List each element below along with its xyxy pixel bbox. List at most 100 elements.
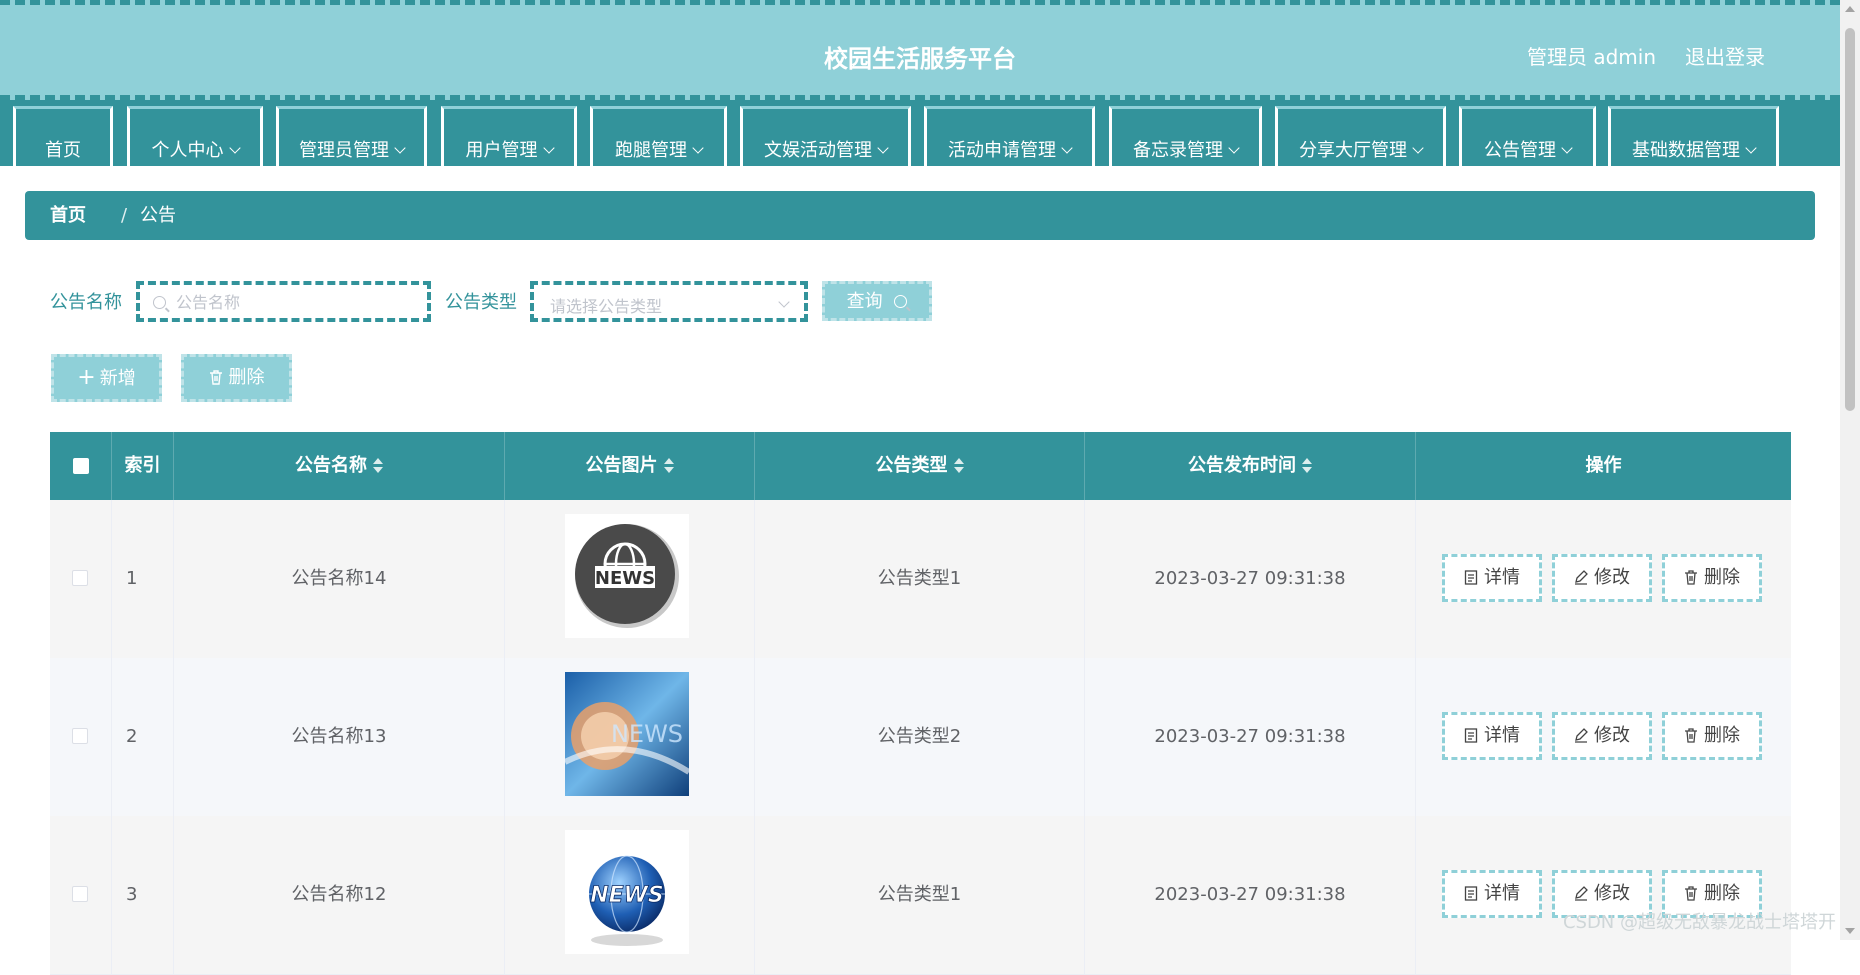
search-icon	[153, 296, 166, 309]
admin-user-label: 管理员 admin	[1526, 45, 1656, 69]
table-row: 2 公告名称13 NEWS 公告类型2 2023-03-27 09:31:38 …	[50, 658, 1791, 817]
actions-cell: 详情 修改 删除	[1416, 500, 1791, 658]
nav-item-label: 分享大厅管理	[1299, 140, 1407, 161]
page-scrollbar[interactable]	[1840, 0, 1860, 940]
column-header-label: 公告发布时间	[1188, 455, 1296, 476]
nav-item-sharing-hall-management[interactable]: 分享大厅管理	[1275, 106, 1446, 166]
news-globe-image: NEWS	[565, 514, 689, 638]
column-header-label: 操作	[1585, 455, 1622, 476]
query-button[interactable]: 查询	[822, 281, 932, 321]
name-cell: 公告名称14	[174, 500, 505, 658]
nav-item-admin-management[interactable]: 管理员管理	[276, 106, 427, 166]
news-abstract-image: NEWS	[565, 672, 689, 796]
column-header-time[interactable]: 公告发布时间	[1085, 432, 1416, 500]
breadcrumb-current: 公告	[140, 205, 176, 226]
index-cell: 2	[112, 658, 174, 816]
detail-button[interactable]: 详情	[1442, 712, 1542, 760]
table-header: 索引 公告名称 公告图片 公告类型 公告发布时间 操作	[50, 432, 1791, 500]
edit-button[interactable]: 修改	[1552, 554, 1652, 602]
detail-button[interactable]: 详情	[1442, 870, 1542, 918]
select-all-checkbox[interactable]	[73, 458, 89, 474]
type-cell: 公告类型1	[755, 816, 1085, 974]
document-icon	[1464, 886, 1478, 901]
trash-icon	[1685, 570, 1697, 585]
scrollbar-thumb[interactable]	[1845, 28, 1855, 411]
batch-delete-button-label: 删除	[228, 367, 265, 388]
column-header-image[interactable]: 公告图片	[505, 432, 755, 500]
announcement-image[interactable]: NEWS	[565, 514, 689, 638]
announcement-type-placeholder: 请选择公告类型	[550, 297, 663, 316]
column-header-type[interactable]: 公告类型	[755, 432, 1085, 500]
row-select-cell	[50, 816, 112, 974]
scroll-up-arrow-icon[interactable]	[1845, 6, 1855, 12]
nav-item-label: 跑腿管理	[615, 140, 687, 161]
announcement-type-select[interactable]: 请选择公告类型	[530, 281, 808, 322]
chevron-down-icon	[778, 296, 790, 308]
announcement-name-input[interactable]	[174, 285, 428, 320]
announcement-image[interactable]: NEWS	[565, 672, 689, 796]
chevron-down-icon	[1228, 142, 1240, 154]
chevron-down-icon	[542, 142, 555, 154]
column-header-label: 索引	[124, 455, 161, 476]
add-button-label: 新增	[99, 368, 136, 389]
detail-button-label: 详情	[1484, 725, 1520, 746]
nav-item-errand-management[interactable]: 跑腿管理	[590, 106, 727, 166]
breadcrumb-separator: /	[121, 205, 128, 226]
row-checkbox[interactable]	[72, 570, 88, 586]
image-cell: NEWS	[505, 658, 755, 816]
column-header-label: 公告图片	[585, 455, 658, 476]
sort-icon[interactable]	[663, 458, 674, 474]
column-header-actions: 操作	[1416, 432, 1791, 500]
chevron-down-icon	[1061, 142, 1073, 154]
edit-button[interactable]: 修改	[1552, 712, 1652, 760]
logout-link[interactable]: 退出登录	[1685, 41, 1765, 70]
table-row: 1 公告名称14 NEWS 公告类型1 2023-03-27 09:31:38	[50, 500, 1791, 659]
nav-item-activity-application-management[interactable]: 活动申请管理	[924, 106, 1095, 166]
breadcrumb-home[interactable]: 首页	[50, 191, 86, 240]
sort-icon[interactable]	[373, 458, 383, 474]
type-cell: 公告类型1	[755, 500, 1085, 658]
table-row: 3 公告名称12 NEWS 公告类型1 2023-03-27 09:31:38 …	[50, 816, 1791, 975]
nav-item-memo-management[interactable]: 备忘录管理	[1109, 106, 1262, 166]
nav-item-label: 管理员管理	[299, 140, 389, 161]
index-cell: 1	[112, 500, 174, 658]
sort-icon[interactable]	[1302, 458, 1312, 474]
edit-button-label: 修改	[1594, 883, 1630, 904]
row-checkbox[interactable]	[72, 728, 88, 744]
trash-icon	[1685, 728, 1697, 743]
csdn-watermark: CSDN @超级无敌暴龙战士塔塔开	[1562, 912, 1836, 933]
nav-item-personal-center[interactable]: 个人中心	[127, 106, 263, 166]
nav-item-basic-data-management[interactable]: 基础数据管理	[1608, 106, 1779, 166]
column-header-name[interactable]: 公告名称	[174, 432, 505, 500]
nav-item-entertainment-activity-management[interactable]: 文娱活动管理	[740, 106, 911, 166]
news-blue-globe-image: NEWS	[565, 830, 689, 954]
nav-item-label: 备忘录管理	[1133, 140, 1223, 161]
pencil-icon	[1575, 570, 1588, 585]
scroll-down-arrow-icon[interactable]	[1845, 928, 1855, 934]
chevron-down-icon	[228, 142, 241, 154]
delete-button-label: 删除	[1704, 567, 1740, 588]
edit-button-label: 修改	[1594, 725, 1630, 746]
time-cell: 2023-03-27 09:31:38	[1085, 816, 1416, 974]
chevron-down-icon	[394, 142, 406, 154]
nav-item-user-management[interactable]: 用户管理	[441, 106, 577, 166]
batch-delete-button[interactable]: 删除	[181, 354, 292, 402]
time-cell: 2023-03-27 09:31:38	[1085, 500, 1416, 658]
actions-cell: 详情 修改 删除	[1416, 658, 1791, 816]
nav-item-label: 基础数据管理	[1632, 140, 1740, 161]
announcement-image[interactable]: NEWS	[565, 830, 689, 954]
edit-button-label: 修改	[1594, 567, 1630, 588]
chevron-down-icon	[1412, 142, 1424, 154]
delete-button[interactable]: 删除	[1662, 712, 1762, 760]
delete-button-label: 删除	[1704, 883, 1740, 904]
add-button[interactable]: + 新增	[51, 354, 162, 402]
chevron-down-icon	[877, 142, 889, 154]
nav-item-announcement-management[interactable]: 公告管理	[1459, 106, 1596, 166]
detail-button[interactable]: 详情	[1442, 554, 1542, 602]
row-checkbox[interactable]	[72, 886, 88, 902]
image-cell: NEWS	[505, 500, 755, 658]
delete-button[interactable]: 删除	[1662, 554, 1762, 602]
trash-icon	[209, 370, 222, 385]
sort-icon[interactable]	[953, 458, 964, 474]
nav-item-home[interactable]: 首页	[13, 106, 113, 166]
